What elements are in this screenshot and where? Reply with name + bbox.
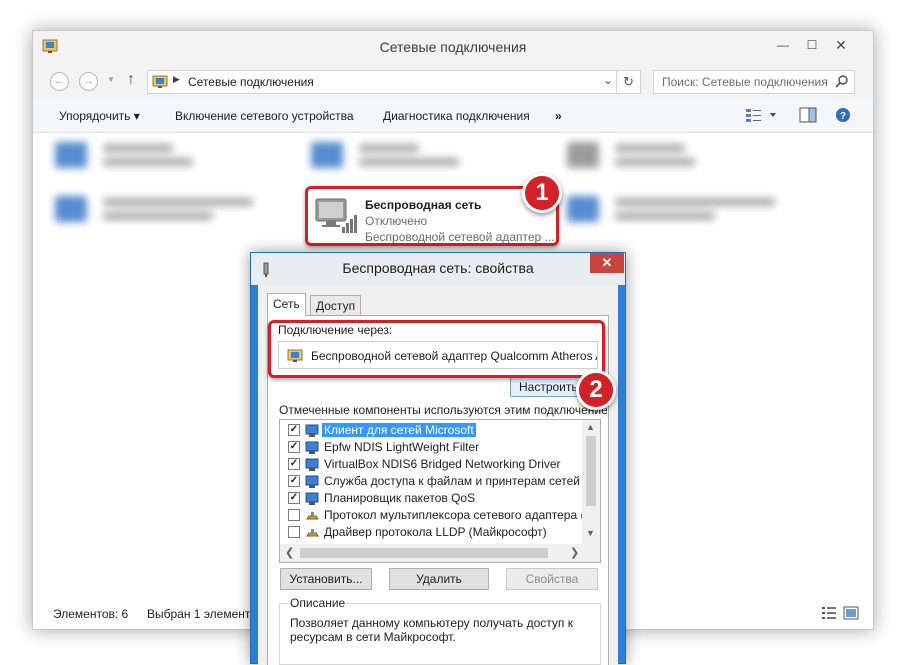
close-button[interactable]: ✕ bbox=[828, 35, 854, 55]
filter-icon bbox=[305, 441, 319, 454]
change-view-icon[interactable] bbox=[745, 107, 781, 123]
protocol-icon bbox=[306, 512, 319, 520]
component-checkbox[interactable] bbox=[288, 526, 300, 538]
address-bar[interactable]: ▶ Сетевые подключения ⌄ bbox=[147, 70, 617, 94]
properties-button[interactable]: Свойства bbox=[506, 568, 598, 590]
list-item[interactable]: ✓ Планировщик пакетов QoS bbox=[280, 490, 582, 507]
scroll-down-icon[interactable]: ▼ bbox=[586, 528, 595, 538]
component-checkbox[interactable]: ✓ bbox=[288, 492, 300, 504]
large-icons-view-icon[interactable] bbox=[843, 606, 859, 620]
list-item[interactable]: ✓ Epfw NDIS LightWeight Filter bbox=[280, 439, 582, 456]
diagnostics-button[interactable]: Диагностика подключения bbox=[383, 109, 530, 123]
driver-icon bbox=[305, 458, 319, 471]
component-label: VirtualBox NDIS6 Bridged Networking Driv… bbox=[324, 457, 561, 471]
chevron-down-icon[interactable]: ⌄ bbox=[603, 73, 613, 87]
enable-device-button[interactable]: Включение сетевого устройства bbox=[175, 109, 354, 123]
scroll-up-icon[interactable]: ▲ bbox=[586, 422, 595, 432]
component-label: Epfw NDIS LightWeight Filter bbox=[324, 440, 480, 454]
vertical-scrollbar[interactable]: ▲ ▼ bbox=[582, 420, 600, 544]
component-checkbox[interactable]: ✓ bbox=[288, 458, 300, 470]
organize-menu[interactable]: Упорядочить ▾ bbox=[59, 109, 140, 123]
blurred-connection-item bbox=[55, 196, 253, 222]
component-label: Клиент для сетей Microsoft bbox=[322, 423, 476, 437]
service-icon bbox=[305, 475, 319, 488]
description-text: Позволяет данному компьютеру получать до… bbox=[290, 616, 573, 644]
address-row: ← → ▼ ↑ ▶ Сетевые подключения ⌄ ↻ Поиск:… bbox=[33, 63, 873, 99]
highlight-frame-1 bbox=[305, 186, 559, 246]
refresh-button[interactable]: ↻ bbox=[617, 70, 641, 94]
blurred-connection-item bbox=[55, 142, 193, 168]
component-checkbox[interactable]: ✓ bbox=[288, 424, 300, 436]
breadcrumb[interactable]: Сетевые подключения bbox=[188, 75, 314, 89]
client-icon bbox=[305, 424, 319, 437]
forward-button[interactable]: → bbox=[79, 72, 98, 91]
component-label: Планировщик пакетов QoS bbox=[324, 491, 476, 505]
item-count: Элементов: 6 bbox=[53, 607, 129, 621]
component-label: Драйвер протокола LLDP (Майкрософт) bbox=[324, 525, 547, 539]
breadcrumb-separator-icon[interactable]: ▶ bbox=[173, 74, 180, 85]
up-button[interactable]: ↑ bbox=[127, 71, 135, 89]
dialog-title-bar: Беспроводная сеть: свойства ✕ bbox=[251, 253, 625, 285]
properties-dialog: Беспроводная сеть: свойства ✕ Сеть Досту… bbox=[250, 252, 626, 665]
scroll-thumb[interactable] bbox=[586, 436, 596, 506]
component-label: Протокол мультиплексора сетевого адаптер… bbox=[324, 508, 582, 522]
command-bar: Упорядочить ▾ Включение сетевого устройс… bbox=[33, 99, 873, 133]
preview-pane-icon[interactable] bbox=[799, 107, 817, 123]
search-placeholder: Поиск: Сетевые подключения bbox=[662, 75, 828, 89]
remove-button[interactable]: Удалить bbox=[389, 568, 489, 590]
highlight-frame-2 bbox=[268, 320, 605, 378]
recent-locations-dropdown[interactable]: ▼ bbox=[107, 75, 115, 84]
dialog-close-button[interactable]: ✕ bbox=[590, 253, 624, 273]
list-item[interactable]: Драйвер протокола LLDP (Майкрософт) bbox=[280, 524, 582, 541]
search-input[interactable]: Поиск: Сетевые подключения bbox=[653, 70, 855, 94]
description-group: Описание Позволяет данному компьютеру по… bbox=[279, 596, 601, 665]
step-badge-1: 1 bbox=[522, 173, 562, 213]
protocol-icon bbox=[306, 529, 319, 537]
blurred-connection-item bbox=[567, 142, 695, 168]
title-bar: Сетевые подключения — ☐ ✕ bbox=[33, 31, 873, 63]
help-icon[interactable]: ? bbox=[835, 107, 851, 123]
svg-text:?: ? bbox=[840, 111, 846, 122]
scroll-left-icon[interactable]: ❮ bbox=[285, 546, 294, 559]
list-item[interactable]: ✓ Клиент для сетей Microsoft bbox=[280, 422, 582, 439]
search-icon bbox=[835, 75, 848, 88]
scroll-right-icon[interactable]: ❯ bbox=[570, 546, 579, 559]
tab-network[interactable]: Сеть bbox=[267, 293, 306, 316]
component-checkbox[interactable]: ✓ bbox=[288, 441, 300, 453]
step-badge-2: 2 bbox=[576, 370, 616, 410]
service-icon bbox=[305, 492, 319, 505]
window-title: Сетевые подключения bbox=[379, 39, 527, 55]
blurred-connection-item bbox=[311, 142, 459, 168]
list-item[interactable]: Протокол мультиплексора сетевого адаптер… bbox=[280, 507, 582, 524]
component-label: Служба доступа к файлам и принтерам сете… bbox=[324, 474, 582, 488]
component-checkbox[interactable] bbox=[288, 509, 300, 521]
maximize-button[interactable]: ☐ bbox=[799, 35, 825, 55]
scroll-thumb[interactable] bbox=[300, 548, 548, 558]
back-button[interactable]: ← bbox=[50, 72, 69, 91]
details-view-icon[interactable] bbox=[821, 606, 837, 620]
minimize-button[interactable]: — bbox=[770, 35, 796, 55]
horizontal-scrollbar[interactable]: ❮ ❯ bbox=[280, 544, 600, 562]
description-title: Описание bbox=[288, 596, 348, 610]
more-commands-button[interactable]: » bbox=[555, 109, 562, 123]
list-item[interactable]: ✓ Служба доступа к файлам и принтерам се… bbox=[280, 473, 582, 490]
install-button[interactable]: Установить... bbox=[280, 568, 372, 590]
selection-count: Выбран 1 элемент bbox=[147, 607, 251, 621]
components-list[interactable]: ✓ Клиент для сетей Microsoft ✓ Epfw NDIS… bbox=[279, 419, 601, 563]
tab-sharing[interactable]: Доступ bbox=[310, 295, 362, 316]
components-label: Отмеченные компоненты используются этим … bbox=[279, 403, 607, 417]
dialog-title: Беспроводная сеть: свойства bbox=[342, 260, 534, 276]
list-item[interactable]: ✓ VirtualBox NDIS6 Bridged Networking Dr… bbox=[280, 456, 582, 473]
component-checkbox[interactable]: ✓ bbox=[288, 475, 300, 487]
network-folder-icon bbox=[152, 75, 168, 88]
blurred-connection-item bbox=[567, 196, 775, 222]
